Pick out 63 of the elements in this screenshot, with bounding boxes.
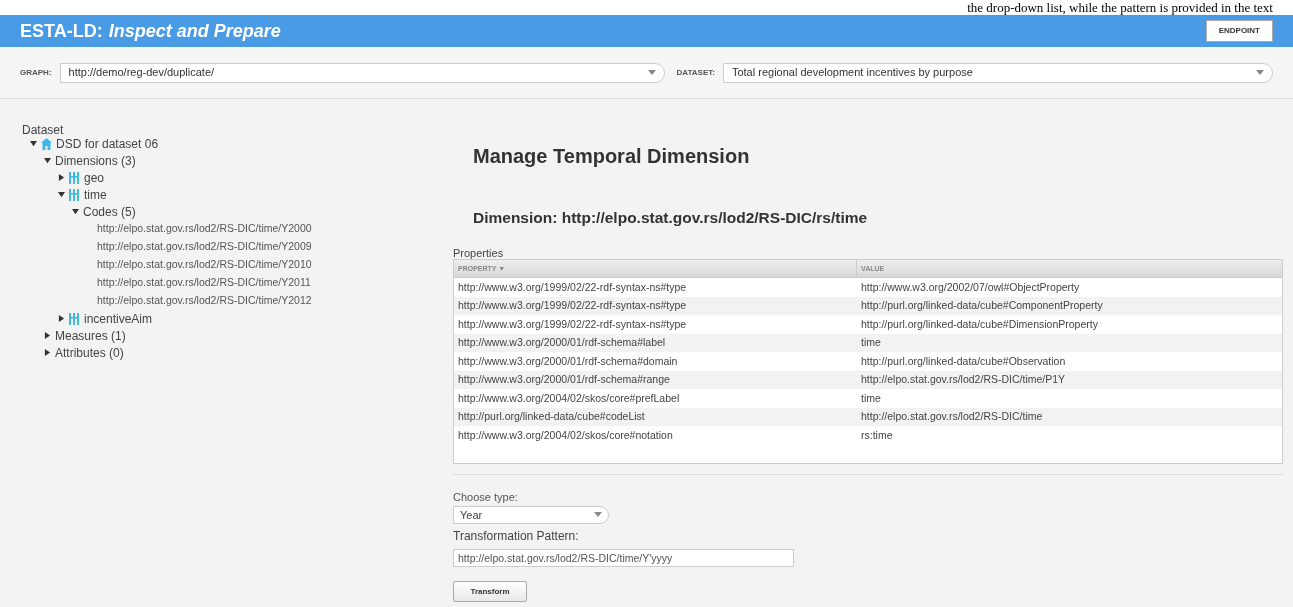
table-cell-text: http://www.w3.org/2004/02/skos/core#prefLabel xyxy=(457,390,681,406)
expanded-caret-icon[interactable] xyxy=(44,157,51,164)
collapsed-caret-icon[interactable] xyxy=(58,174,65,181)
table-cell-text: http://www.w3.org/2000/01/rdf-schema#label xyxy=(457,335,667,351)
bars-icon xyxy=(69,188,80,201)
bars-icon xyxy=(69,171,80,184)
dimension-heading: Dimension: http://elpo.stat.gov.rs/lod2/RS-DIC/rs/time xyxy=(473,208,869,228)
table-cell-text: http://www.w3.org/1999/02/22-rdf-syntax-ns#type xyxy=(457,298,688,314)
table-cell-text: http://purl.org/linked-data/cube#ComponentProperty xyxy=(860,298,1104,314)
tree-item[interactable]: DSD for dataset 06 xyxy=(56,134,159,153)
graph-label: GRAPH: xyxy=(20,66,52,79)
tree-title: Dataset xyxy=(22,122,65,135)
app-subtitle: Inspect and Prepare xyxy=(108,19,281,43)
document-text: the drop-down list, while the pattern is provided in the text xyxy=(967,0,1273,15)
table-cell-text: http://www.w3.org/2002/07/owl#ObjectProperty xyxy=(860,279,1081,295)
expanded-caret-icon[interactable] xyxy=(58,191,65,198)
tree-item[interactable]: geo xyxy=(84,168,105,187)
table-cell-text: time xyxy=(860,390,882,406)
pattern-label: Transformation Pattern: xyxy=(453,527,580,545)
collapsed-caret-icon[interactable] xyxy=(44,349,51,356)
page-title: Manage Temporal Dimension xyxy=(473,144,751,169)
transform-button[interactable]: Transform xyxy=(453,581,527,603)
pattern-field[interactable]: http://elpo.stat.gov.rs/lod2/RS-DIC/time/Y'yyyy xyxy=(453,548,794,567)
collapsed-caret-icon[interactable] xyxy=(44,332,51,339)
table-cell-text: http://purl.org/linked-data/cube#Observation xyxy=(860,353,1067,369)
code-link[interactable]: http://elpo.stat.gov.rs/lod2/RS-DIC/time/Y2011 xyxy=(97,275,311,291)
graph-select[interactable]: http://demo/reg-dev/duplicate/ xyxy=(59,62,665,83)
code-link[interactable]: http://elpo.stat.gov.rs/lod2/RS-DIC/time/Y2000 xyxy=(97,221,312,237)
tree-item[interactable]: Codes (5) xyxy=(83,202,136,221)
table-cell-text: http://www.w3.org/1999/02/22-rdf-syntax-ns#type xyxy=(457,316,688,332)
table-cell-text: time xyxy=(860,335,882,351)
tree-item[interactable]: Attributes (0) xyxy=(55,343,124,362)
table-cell-text: rs:time xyxy=(860,427,894,443)
table-cell-text: http://purl.org/linked-data/cube#DimensionProperty xyxy=(860,316,1099,332)
house-icon xyxy=(41,137,52,150)
properties-label: Properties xyxy=(453,247,505,260)
dropdown-arrow-icon[interactable] xyxy=(594,512,602,518)
dropdown-arrow-icon[interactable] xyxy=(1256,70,1264,75)
choose-type-label: Choose type: xyxy=(453,490,519,506)
tree-item[interactable]: incentiveAim xyxy=(84,309,153,328)
collapsed-caret-icon[interactable] xyxy=(58,315,65,322)
dataset-label: DATASET: xyxy=(676,66,715,79)
tree-item[interactable]: time xyxy=(84,185,107,204)
table-cell-text: http://www.w3.org/2000/01/rdf-schema#domain xyxy=(457,353,679,369)
table-cell-text: http://elpo.stat.gov.rs/lod2/RS-DIC/time/P1Y xyxy=(860,372,1067,388)
code-link[interactable]: http://elpo.stat.gov.rs/lod2/RS-DIC/time/Y2012 xyxy=(97,293,312,309)
tree-item[interactable]: Dimensions (3) xyxy=(55,151,136,170)
expanded-caret-icon[interactable] xyxy=(72,208,79,215)
table-cell-text: http://elpo.stat.gov.rs/lod2/RS-DIC/time xyxy=(860,409,1044,425)
dropdown-arrow-icon[interactable] xyxy=(647,70,656,75)
expanded-caret-icon[interactable] xyxy=(30,140,37,147)
table-cell-text: http://www.w3.org/2000/01/rdf-schema#range xyxy=(457,372,671,388)
tree-item[interactable]: Measures (1) xyxy=(55,326,126,345)
code-link[interactable]: http://elpo.stat.gov.rs/lod2/RS-DIC/time/Y2009 xyxy=(97,239,312,255)
table-cell-text: http://www.w3.org/2004/02/skos/core#notation xyxy=(457,427,674,443)
code-link[interactable]: http://elpo.stat.gov.rs/lod2/RS-DIC/time/Y2010 xyxy=(97,257,312,273)
table-cell-text: http://purl.org/linked-data/cube#codeList xyxy=(457,409,646,425)
bars-icon xyxy=(69,312,80,325)
table-cell-text: http://www.w3.org/1999/02/22-rdf-syntax-ns#type xyxy=(457,279,688,295)
endpoint-button[interactable]: ENDPOINT xyxy=(1205,20,1273,42)
dataset-select[interactable]: Total regional development incentives by purpose xyxy=(722,62,1273,83)
type-select[interactable]: Year xyxy=(453,505,609,524)
app-title: ESTA-LD: xyxy=(20,19,103,43)
